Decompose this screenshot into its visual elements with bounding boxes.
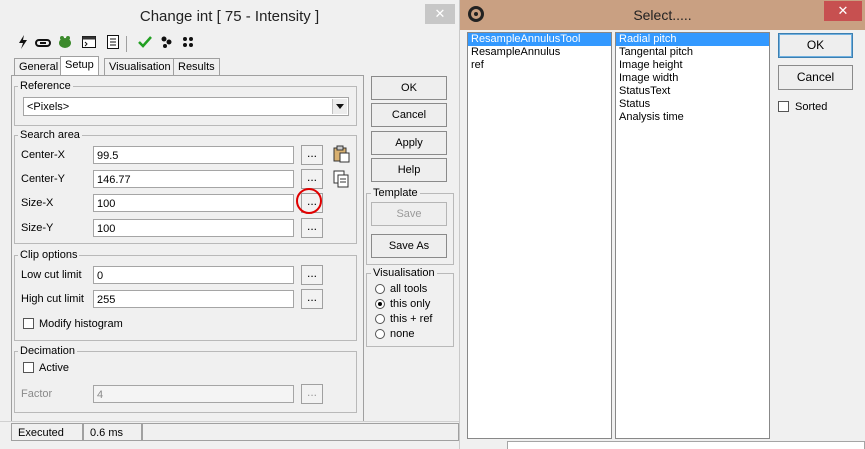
copy-icon[interactable] bbox=[332, 170, 350, 188]
property-list[interactable]: Radial pitch Tangental pitch Image heigh… bbox=[615, 32, 770, 439]
select-title: Select..... bbox=[633, 7, 692, 23]
list-item[interactable]: ResampleAnnulusTool bbox=[468, 33, 611, 46]
list-item[interactable]: Analysis time bbox=[616, 111, 769, 124]
list-item[interactable]: ResampleAnnulus bbox=[468, 46, 611, 59]
toolbar-separator bbox=[126, 36, 127, 52]
active-label: Active bbox=[39, 362, 69, 374]
factor-label: Factor bbox=[21, 388, 53, 400]
clip-options-legend: Clip options bbox=[18, 249, 80, 261]
template-legend: Template bbox=[371, 187, 420, 199]
dialog-title: Change int [ 75 - Intensity ] bbox=[139, 8, 320, 25]
dots-icon[interactable] bbox=[180, 35, 198, 53]
save-as-button[interactable]: Save As bbox=[371, 234, 447, 258]
sorted-checkbox[interactable] bbox=[778, 101, 789, 112]
radio-this-plus-ref-label: this + ref bbox=[390, 313, 433, 325]
status-state: Executed bbox=[11, 423, 83, 441]
close-icon: ✕ bbox=[837, 3, 849, 18]
help-button[interactable]: Help bbox=[371, 158, 447, 182]
center-x-field[interactable]: 99.5 bbox=[93, 146, 294, 164]
factor-field[interactable]: 4 bbox=[93, 385, 294, 403]
console-icon[interactable] bbox=[80, 35, 98, 53]
radio-none[interactable] bbox=[375, 329, 385, 339]
search-area-legend: Search area bbox=[18, 129, 82, 141]
list-item[interactable]: Status bbox=[616, 98, 769, 111]
ok-button[interactable]: OK bbox=[371, 76, 447, 100]
list-icon[interactable] bbox=[104, 35, 122, 53]
tab-visualisation[interactable]: Visualisation bbox=[104, 58, 176, 76]
size-y-label: Size-Y bbox=[21, 222, 54, 234]
cancel-button[interactable]: Cancel bbox=[371, 103, 447, 127]
chevron-down-icon bbox=[336, 104, 344, 109]
radio-this-only[interactable] bbox=[375, 299, 385, 309]
center-y-field[interactable]: 146.77 bbox=[93, 170, 294, 188]
modify-histogram-label: Modify histogram bbox=[39, 318, 123, 330]
tab-results[interactable]: Results bbox=[173, 58, 220, 76]
select-dialog: Select..... ✕ ResampleAnnulusTool Resamp… bbox=[460, 0, 865, 449]
decimation-legend: Decimation bbox=[18, 345, 78, 357]
dialog-titlebar[interactable]: Change int [ 75 - Intensity ] ✕ bbox=[0, 0, 459, 34]
tab-general[interactable]: General bbox=[14, 58, 64, 76]
high-cut-label: High cut limit bbox=[21, 293, 84, 305]
lightning-icon[interactable] bbox=[14, 35, 32, 53]
factor-browse-button[interactable]: ... bbox=[301, 384, 323, 404]
dropdown-arrow[interactable] bbox=[332, 99, 347, 114]
frog-icon[interactable] bbox=[56, 35, 74, 53]
visualisation-legend: Visualisation bbox=[371, 267, 437, 279]
high-cut-field[interactable]: 255 bbox=[93, 290, 294, 308]
tab-setup[interactable]: Setup bbox=[60, 56, 99, 76]
select-cancel-button[interactable]: Cancel bbox=[778, 65, 853, 90]
list-item[interactable]: Tangental pitch bbox=[616, 46, 769, 59]
high-cut-browse-button[interactable]: ... bbox=[301, 289, 323, 309]
list-item[interactable]: Image width bbox=[616, 72, 769, 85]
size-y-browse-button[interactable]: ... bbox=[301, 218, 323, 238]
apply-button[interactable]: Apply bbox=[371, 131, 447, 155]
status-time: 0.6 ms bbox=[83, 423, 142, 441]
modify-histogram-checkbox[interactable] bbox=[23, 318, 34, 329]
select-ok-button[interactable]: OK bbox=[778, 33, 853, 58]
bottom-field[interactable] bbox=[507, 441, 865, 449]
size-x-label: Size-X bbox=[21, 197, 54, 209]
reference-legend: Reference bbox=[18, 80, 73, 92]
radio-all-tools[interactable] bbox=[375, 284, 385, 294]
save-button[interactable]: Save bbox=[371, 202, 447, 226]
radio-none-label: none bbox=[390, 328, 415, 340]
close-icon: ✕ bbox=[434, 6, 446, 21]
bottom-strip bbox=[467, 439, 865, 449]
checkmark-icon[interactable] bbox=[136, 35, 154, 53]
footprint-icon[interactable] bbox=[158, 35, 176, 53]
center-x-browse-button[interactable]: ... bbox=[301, 145, 323, 165]
active-checkbox[interactable] bbox=[23, 362, 34, 373]
highlight-circle bbox=[296, 188, 322, 214]
change-int-dialog: Change int [ 75 - Intensity ] ✕ General … bbox=[0, 0, 460, 449]
paste-icon[interactable] bbox=[332, 145, 350, 163]
sorted-label: Sorted bbox=[795, 101, 828, 113]
list-item[interactable]: StatusText bbox=[616, 85, 769, 98]
status-separator bbox=[0, 421, 459, 422]
list-item[interactable]: ref bbox=[468, 59, 611, 72]
low-cut-field[interactable]: 0 bbox=[93, 266, 294, 284]
list-item[interactable]: Radial pitch bbox=[616, 33, 769, 46]
low-cut-browse-button[interactable]: ... bbox=[301, 265, 323, 285]
list-item[interactable]: Image height bbox=[616, 59, 769, 72]
radio-this-only-label: this only bbox=[390, 298, 431, 310]
toolbar bbox=[14, 35, 204, 55]
select-close-button[interactable]: ✕ bbox=[824, 1, 862, 21]
size-y-field[interactable]: 100 bbox=[93, 219, 294, 237]
link-icon[interactable] bbox=[34, 35, 52, 53]
select-titlebar[interactable]: Select..... ✕ bbox=[460, 0, 865, 30]
reference-select[interactable]: <Pixels> bbox=[23, 97, 349, 116]
status-empty bbox=[142, 423, 459, 441]
object-list[interactable]: ResampleAnnulusTool ResampleAnnulus ref bbox=[467, 32, 612, 439]
center-y-label: Center-Y bbox=[21, 173, 66, 185]
center-y-browse-button[interactable]: ... bbox=[301, 169, 323, 189]
center-x-label: Center-X bbox=[21, 149, 66, 161]
close-button[interactable]: ✕ bbox=[425, 4, 455, 24]
radio-all-tools-label: all tools bbox=[390, 283, 428, 295]
size-x-field[interactable]: 100 bbox=[93, 194, 294, 212]
radio-this-plus-ref[interactable] bbox=[375, 314, 385, 324]
low-cut-label: Low cut limit bbox=[21, 269, 82, 281]
